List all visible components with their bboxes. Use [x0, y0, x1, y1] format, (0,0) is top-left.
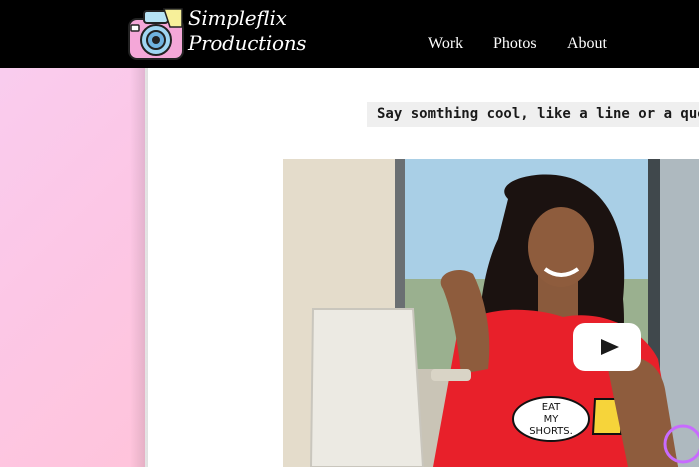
sidebar-shadow: [130, 68, 148, 467]
camera-logo-icon[interactable]: [126, 5, 186, 63]
pink-sidebar: [0, 68, 145, 467]
play-button[interactable]: [573, 323, 641, 371]
video-thumbnail: EAT MY SHORTS.: [283, 159, 699, 467]
top-navbar: Simpleflix Productions Work Photos About: [0, 0, 699, 68]
brand-name[interactable]: Simpleflix Productions: [188, 6, 307, 56]
shirt-text-1: EAT: [542, 402, 561, 413]
shirt-text-2: MY: [544, 414, 560, 425]
brand-line-1: Simpleflix: [188, 6, 287, 30]
nav-link-about[interactable]: About: [567, 35, 607, 53]
nav-link-work[interactable]: Work: [428, 35, 463, 53]
nav-link-photos[interactable]: Photos: [493, 35, 537, 53]
quote-banner: Say somthing cool, like a line or a quot…: [367, 102, 699, 127]
play-icon: [601, 339, 619, 355]
brand-line-2: Productions: [188, 31, 307, 55]
shirt-text-3: SHORTS.: [529, 426, 573, 437]
video-player[interactable]: EAT MY SHORTS.: [283, 159, 699, 467]
